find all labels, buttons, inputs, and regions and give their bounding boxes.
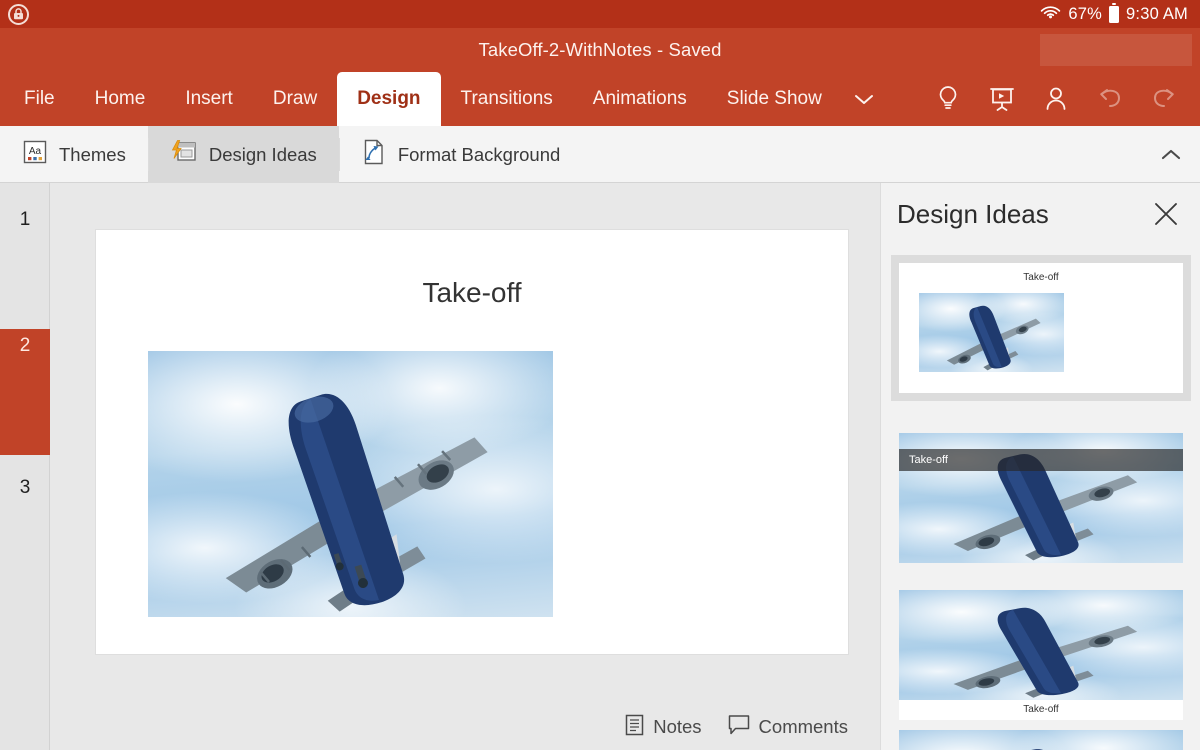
design-idea-3-image bbox=[899, 590, 1183, 700]
ribbon-themes-button[interactable]: Aa Themes bbox=[0, 126, 148, 183]
svg-text:Aa: Aa bbox=[29, 146, 42, 157]
comment-bubble-icon bbox=[728, 714, 750, 740]
slide-number-3: 3 bbox=[20, 477, 31, 499]
design-idea-1-title: Take-off bbox=[899, 272, 1183, 283]
design-idea-card-1[interactable]: Take-off bbox=[899, 263, 1183, 393]
system-status-bar: 67% 9:30 AM bbox=[0, 0, 1200, 28]
powerpoint-app-window: 67% 9:30 AM TakeOff-2-WithNotes - Saved … bbox=[0, 0, 1200, 750]
themes-aa-icon: Aa bbox=[22, 139, 48, 170]
design-ideas-panel: Design Ideas Take-off bbox=[880, 183, 1200, 750]
notes-label: Notes bbox=[653, 716, 701, 738]
comments-button[interactable]: Comments bbox=[728, 714, 848, 740]
close-icon[interactable] bbox=[1146, 194, 1186, 234]
ribbon-format-background-label: Format Background bbox=[398, 144, 560, 166]
lock-icon bbox=[8, 4, 29, 25]
slide-thumbnail-rail[interactable]: 1 2 3 bbox=[0, 183, 50, 750]
design-idea-4-preview bbox=[899, 730, 1183, 750]
status-bar-right: 67% 9:30 AM bbox=[1040, 3, 1188, 25]
ribbon-design-ideas-label: Design Ideas bbox=[209, 144, 317, 166]
share-person-icon[interactable] bbox=[1030, 72, 1082, 126]
title-bar-ghost-field[interactable] bbox=[1040, 34, 1192, 66]
slide-title-text[interactable]: Take-off bbox=[96, 277, 848, 309]
slide-rail-item-3[interactable]: 3 bbox=[0, 471, 50, 601]
design-ideas-icon bbox=[170, 139, 198, 170]
design-idea-2-title-band: Take-off bbox=[899, 449, 1183, 471]
ribbon-tab-bar: File Home Insert Draw Design Transitions… bbox=[0, 72, 1200, 126]
tab-slide-show[interactable]: Slide Show bbox=[707, 72, 842, 126]
wifi-icon bbox=[1040, 3, 1061, 25]
redo-icon[interactable] bbox=[1138, 72, 1190, 126]
status-bar-left bbox=[8, 4, 29, 25]
design-ideas-header: Design Ideas bbox=[881, 183, 1200, 245]
design-idea-3-preview: Take-off bbox=[899, 590, 1183, 720]
ribbon-themes-label: Themes bbox=[59, 144, 126, 166]
editor-workspace: 1 2 3 Take-off bbox=[0, 183, 1200, 750]
format-background-icon bbox=[361, 138, 387, 171]
ribbon-quick-actions bbox=[922, 72, 1200, 126]
tab-insert[interactable]: Insert bbox=[165, 72, 253, 126]
design-idea-card-2[interactable]: Take-off bbox=[899, 433, 1183, 563]
slide-number-1: 1 bbox=[20, 209, 31, 231]
tell-me-icon[interactable] bbox=[922, 72, 974, 126]
notes-icon bbox=[625, 714, 644, 741]
tab-home[interactable]: Home bbox=[75, 72, 166, 126]
ribbon-toolbar: Aa Themes Design Ideas bbox=[0, 126, 1200, 183]
comments-label: Comments bbox=[759, 716, 848, 738]
design-idea-card-3[interactable]: Take-off bbox=[899, 590, 1183, 720]
design-idea-2-preview: Take-off bbox=[899, 433, 1183, 563]
battery-percent-label: 67% bbox=[1068, 5, 1102, 24]
chevron-down-icon[interactable] bbox=[842, 72, 886, 126]
slide-image-placeholder[interactable] bbox=[148, 351, 553, 617]
ribbon-format-background-button[interactable]: Format Background bbox=[339, 126, 582, 183]
tab-file[interactable]: File bbox=[0, 72, 75, 126]
slide-rail-item-2[interactable]: 2 bbox=[0, 329, 50, 455]
design-ideas-list[interactable]: Take-off bbox=[881, 245, 1200, 750]
chevron-up-icon[interactable] bbox=[1142, 126, 1200, 183]
undo-icon[interactable] bbox=[1084, 72, 1136, 126]
design-idea-1-image bbox=[919, 293, 1064, 372]
clock-label: 9:30 AM bbox=[1126, 5, 1188, 24]
title-bar: TakeOff-2-WithNotes - Saved bbox=[0, 28, 1200, 72]
tab-transitions[interactable]: Transitions bbox=[441, 72, 573, 126]
slide-canvas-area: Take-off bbox=[50, 183, 880, 750]
present-icon[interactable] bbox=[976, 72, 1028, 126]
notes-button[interactable]: Notes bbox=[625, 714, 701, 741]
slide-rail-item-1[interactable]: 1 bbox=[0, 203, 50, 333]
status-footer-bar: Notes Comments bbox=[50, 704, 880, 750]
ribbon-design-ideas-button[interactable]: Design Ideas bbox=[148, 126, 339, 183]
design-idea-4-image bbox=[899, 730, 1183, 750]
design-idea-2-title: Take-off bbox=[899, 454, 948, 466]
document-title: TakeOff-2-WithNotes - Saved bbox=[479, 39, 722, 61]
tab-draw[interactable]: Draw bbox=[253, 72, 337, 126]
airplane-photo bbox=[148, 351, 553, 617]
tab-design[interactable]: Design bbox=[337, 72, 440, 126]
slide-number-2: 2 bbox=[20, 335, 31, 357]
tab-animations[interactable]: Animations bbox=[573, 72, 707, 126]
design-idea-3-title: Take-off bbox=[899, 704, 1183, 715]
current-slide[interactable]: Take-off bbox=[96, 230, 848, 654]
design-idea-1-preview: Take-off bbox=[899, 263, 1183, 393]
design-ideas-panel-title: Design Ideas bbox=[897, 199, 1049, 230]
design-idea-card-4[interactable] bbox=[899, 730, 1183, 750]
battery-icon bbox=[1109, 6, 1119, 23]
